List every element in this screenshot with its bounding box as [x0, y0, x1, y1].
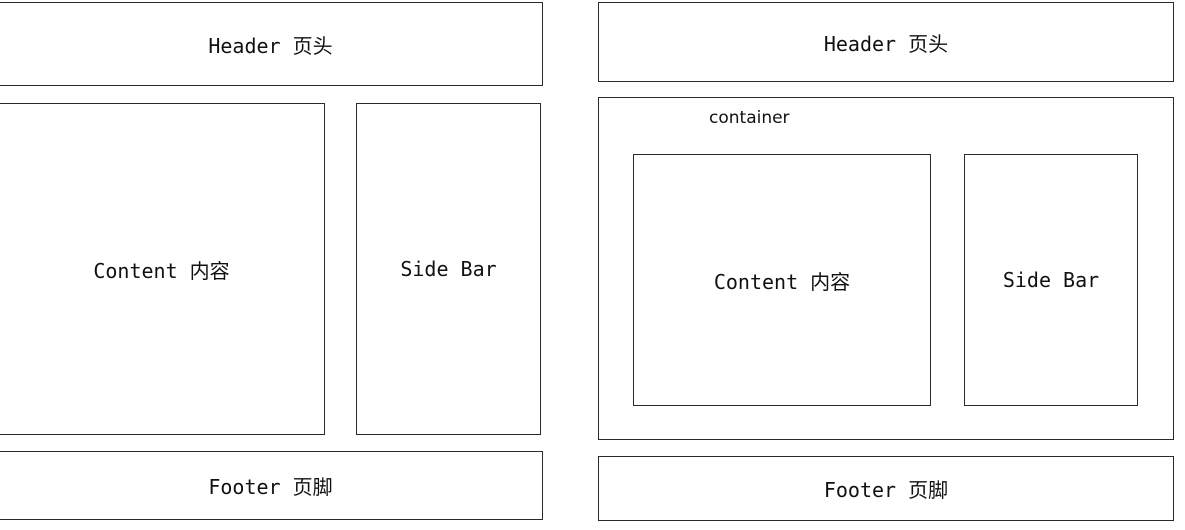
- right-footer-label: Footer 页脚: [823, 478, 949, 502]
- right-header-label: Header 页头: [823, 31, 949, 56]
- left-header-label: Header 页头: [208, 33, 333, 58]
- right-content-box: Content 内容: [633, 154, 931, 406]
- left-content-label: Content 内容: [93, 258, 230, 283]
- right-container-label: container: [709, 108, 790, 128]
- right-content-label: Content 内容: [713, 269, 851, 294]
- left-footer-box: Footer 页脚: [0, 451, 543, 520]
- right-footer-box: Footer 页脚: [598, 456, 1174, 521]
- left-sidebar-box: Side Bar: [356, 103, 541, 435]
- left-sidebar-label: Side Bar: [400, 257, 497, 281]
- right-container-box: container Content 内容 Side Bar: [598, 97, 1174, 440]
- left-header-box: Header 页头: [0, 2, 543, 86]
- left-footer-label: Footer 页脚: [208, 475, 333, 499]
- right-header-box: Header 页头: [598, 2, 1174, 82]
- right-sidebar-box: Side Bar: [964, 154, 1138, 406]
- right-sidebar-label: Side Bar: [1002, 268, 1100, 292]
- left-content-box: Content 内容: [0, 103, 325, 435]
